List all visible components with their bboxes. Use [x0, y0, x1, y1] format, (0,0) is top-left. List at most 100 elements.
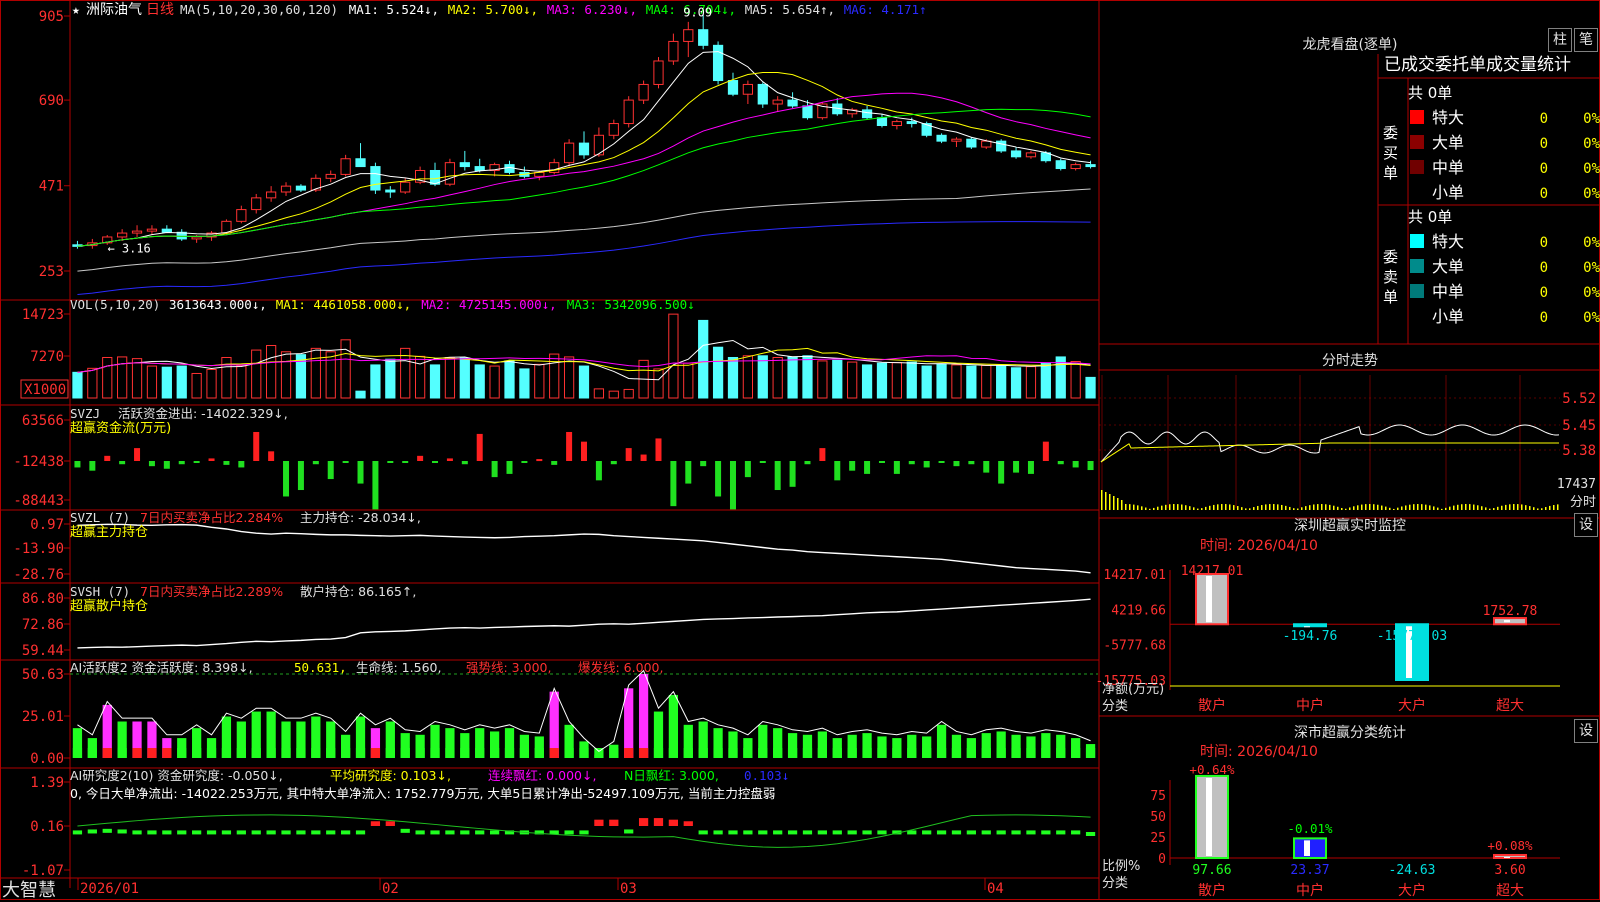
monitor-settings-button[interactable]: 设: [1574, 513, 1598, 537]
svzj-bar: [297, 461, 304, 491]
ai1-base: [996, 748, 1006, 758]
volume-bar: [251, 349, 262, 399]
bar-mode-button[interactable]: 柱: [1548, 28, 1572, 52]
ai2-bar: [862, 830, 872, 835]
intraday-vol-bar: [1453, 505, 1455, 510]
intraday-vol-bar: [1357, 505, 1359, 510]
axis-tick: 253: [39, 264, 64, 280]
ai2-bar: [1026, 830, 1036, 835]
ai2-bar: [579, 830, 589, 835]
ai1-val: 50.631,: [294, 660, 347, 675]
ai2-note: 0, 今日大单净流出: -14022.253万元, 其中特大单净流入: 1752…: [70, 786, 775, 801]
ai1-base: [281, 748, 291, 758]
intraday-vol-bar: [1429, 505, 1431, 510]
volume-bar: [996, 364, 1007, 399]
ai2-bar: [296, 830, 306, 835]
ai2-bar: [817, 830, 827, 835]
volume-bar: [787, 356, 798, 399]
star-icon: ★: [72, 3, 80, 18]
ai1-base: [132, 748, 142, 758]
ma-legend-1: MA1: 5.524↓,: [349, 2, 439, 17]
intraday-vol-bar: [1289, 506, 1291, 510]
svzj-bar: [685, 461, 692, 484]
candle-body: [936, 134, 947, 142]
intraday-vol-bar: [1281, 504, 1283, 510]
ai2-bar: [206, 830, 217, 835]
candle-body: [474, 166, 485, 171]
svzj-name: SVZJ: [70, 406, 100, 421]
ai1-base: [609, 748, 619, 758]
high-mark: 9.09: [683, 5, 712, 19]
stats-axis: 25: [1150, 831, 1166, 846]
sell-side-label: 单: [1383, 288, 1398, 306]
volume-bar: [474, 364, 485, 399]
intraday-vol-bar: [1125, 504, 1127, 510]
volume-bar: [191, 372, 202, 399]
buy-row-value: 0: [1540, 111, 1548, 127]
volume-bar: [206, 368, 217, 399]
intraday-vol-bar: [1237, 506, 1239, 510]
svzj-bar: [506, 461, 513, 474]
intraday-vol-bar: [1137, 505, 1139, 510]
ai2-red: 连续飘红: 0.000↓,: [488, 768, 596, 783]
sell-swatch: [1410, 259, 1424, 273]
monitor-category: 散户: [1198, 697, 1226, 714]
stats-bar-highlight: [1304, 840, 1310, 856]
intraday-vol-bar: [1101, 490, 1103, 510]
axis-tick: 7270: [30, 349, 64, 365]
ai2-bar: [877, 830, 887, 835]
ai1-base: [460, 748, 470, 758]
stats-category: 超大: [1496, 883, 1524, 899]
tick-mode-button[interactable]: 笔: [1574, 28, 1598, 52]
stats-settings-button[interactable]: 设: [1574, 719, 1598, 743]
svzj-bar: [566, 431, 573, 461]
stats-value: 3.60: [1494, 863, 1525, 878]
volume-bar: [951, 364, 962, 399]
ma-legend-3: MA3: 6.230↓,: [547, 2, 637, 17]
ai2-avg: 平均研究度: 0.103↓,: [330, 768, 451, 783]
ai2-bar: [758, 830, 768, 835]
sell-side-label: 卖: [1383, 268, 1398, 286]
ai2-bar: [251, 830, 261, 835]
intraday-vol-bar: [1377, 504, 1379, 510]
svzj-bar: [432, 461, 439, 463]
intraday-vol-bar: [1249, 508, 1251, 510]
axis-tick: 0.00: [30, 751, 64, 767]
volume-bar: [280, 351, 292, 399]
volume-bar: [146, 365, 158, 399]
volume-bar: [981, 364, 992, 399]
ai2-bar: [132, 830, 142, 835]
ai1-base: [311, 748, 321, 758]
volume-bar: [161, 366, 172, 399]
svsh-ratio: 7日内买卖净占比2.289%: [140, 584, 283, 599]
candle-body: [131, 230, 143, 234]
sell-row-pct: 0%: [1583, 310, 1600, 326]
ai2-bar: [355, 830, 366, 835]
intraday-vol-bar: [1521, 504, 1523, 510]
ai1-burst: 爆发线: 6.000,: [578, 660, 663, 675]
ai2-bar: [743, 830, 753, 835]
intraday-vol-bar: [1465, 504, 1467, 510]
candle-body: [712, 44, 724, 82]
volume-bar: [1025, 366, 1037, 399]
volume-bar: [757, 355, 768, 399]
stats-axis: 50: [1150, 810, 1166, 825]
svzj-bar: [864, 461, 871, 474]
intraday-vol-bar: [1177, 504, 1179, 510]
intraday-vol-bar: [1197, 508, 1199, 510]
ai1-base: [87, 748, 97, 758]
grid-lines: [20, 15, 1560, 890]
axis-tick: 63566: [22, 413, 64, 429]
ai2-bar: [713, 830, 723, 835]
candle-body: [906, 121, 917, 125]
ai1-base: [1071, 748, 1081, 758]
ai1-base: [385, 748, 395, 758]
ai2-bar: [385, 821, 395, 826]
intraday-vol-bar: [1389, 507, 1391, 510]
svzj-bar: [878, 461, 885, 463]
intraday-vol-bar: [1269, 504, 1271, 510]
svzj-bar: [774, 461, 781, 491]
candle-body: [891, 121, 902, 127]
svzj-bar: [998, 461, 1005, 484]
ai2-bar: [1071, 830, 1081, 835]
